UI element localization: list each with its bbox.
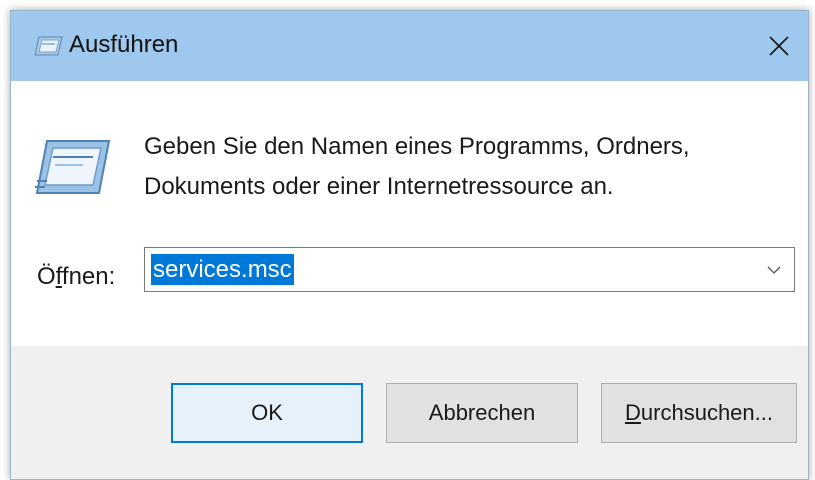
chevron-down-icon (767, 266, 781, 274)
description-line-2: Dokuments oder einer Internetressource a… (144, 173, 614, 200)
title-bar[interactable]: Ausführen (11, 11, 808, 81)
dialog-content: Geben Sie den Namen eines Programms, Ord… (11, 81, 808, 346)
open-label-suffix: fnen: (61, 263, 116, 290)
run-icon (35, 140, 111, 194)
ok-button[interactable]: OK (171, 383, 363, 443)
button-bar: OK Abbrechen Durchsuchen... (11, 346, 808, 479)
browse-button[interactable]: Durchsuchen... (601, 383, 797, 443)
open-input[interactable]: services.msc (151, 254, 294, 285)
window-title: Ausführen (69, 31, 179, 58)
run-icon (34, 36, 63, 56)
open-label-prefix: Ö (37, 263, 56, 290)
open-combobox[interactable]: services.msc (144, 247, 795, 292)
description-line-1: Geben Sie den Namen eines Programms, Ord… (144, 133, 690, 160)
browse-label-rest: urchsuchen... (640, 400, 773, 425)
browse-accelerator: D (625, 400, 641, 425)
cancel-button[interactable]: Abbrechen (386, 383, 578, 443)
close-icon (769, 36, 789, 56)
dropdown-button[interactable] (754, 248, 794, 291)
close-button[interactable] (750, 11, 808, 81)
run-dialog: Ausführen Geben Sie den Namen eines Prog… (10, 10, 809, 480)
open-label: Öffnen: (37, 261, 115, 293)
dialog-description: Geben Sie den Namen eines Programms, Ord… (144, 127, 764, 207)
